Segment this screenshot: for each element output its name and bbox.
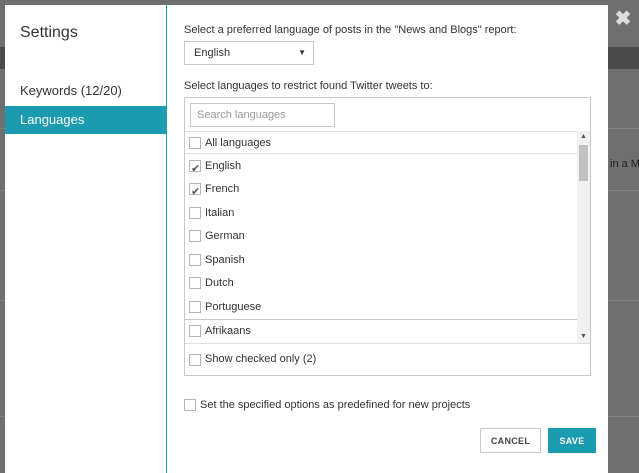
list-item-label: German [205, 230, 245, 242]
list-item-dutch[interactable]: Dutch [185, 272, 578, 295]
checkbox[interactable] [189, 254, 201, 266]
languages-panel: Select a preferred language of posts in … [184, 5, 596, 473]
list-item-label: Portuguese [205, 301, 262, 313]
show-checked-row[interactable]: Show checked only (2) [185, 343, 590, 375]
checkbox-checked[interactable]: ✔ [189, 160, 201, 175]
list-item-portuguese[interactable]: Portuguese [185, 296, 578, 319]
predefined-label: Set the specified options as predefined … [200, 399, 471, 411]
scrollbar-thumb[interactable] [579, 145, 588, 181]
settings-sidebar: Settings Keywords (12/20) Languages [5, 5, 167, 473]
twitter-language-label: Select languages to restrict found Twitt… [184, 80, 433, 92]
checkbox[interactable] [189, 230, 201, 242]
dialog-title: Settings [20, 24, 78, 41]
caret-down-icon: ▼ [298, 48, 306, 57]
list-item-label: All languages [205, 137, 272, 149]
language-list-scrollbar[interactable]: ▲ ▼ [577, 131, 590, 343]
list-item-label: Dutch [205, 277, 234, 289]
list-item-label: Spanish [205, 254, 245, 266]
list-item-label: English [205, 160, 242, 172]
save-button[interactable]: SAVE [548, 428, 596, 453]
show-checked-checkbox[interactable] [189, 354, 201, 366]
list-item-all-languages[interactable]: All languages [185, 131, 578, 154]
language-list-box: All languages ✔ English ✔ French Italian… [184, 97, 591, 376]
list-item-english[interactable]: ✔ English [185, 155, 578, 178]
search-languages-input[interactable] [190, 103, 335, 127]
sidebar-item-languages[interactable]: Languages [5, 106, 167, 134]
list-item-spanish[interactable]: Spanish [185, 249, 578, 272]
list-item-label: Italian [205, 207, 235, 219]
list-item-french[interactable]: ✔ French [185, 178, 578, 201]
list-item-italian[interactable]: Italian [185, 202, 578, 225]
background-text: in a Mai [610, 158, 639, 170]
predefined-checkbox[interactable] [184, 399, 196, 411]
sidebar-item-keywords[interactable]: Keywords (12/20) [5, 77, 167, 105]
language-list[interactable]: All languages ✔ English ✔ French Italian… [185, 131, 590, 343]
checkbox[interactable] [189, 207, 201, 219]
checkbox-checked[interactable]: ✔ [189, 183, 201, 198]
posts-language-select[interactable]: English ▼ [184, 41, 314, 65]
list-item-label: French [205, 183, 240, 195]
checkbox[interactable] [189, 325, 201, 337]
checkbox[interactable] [189, 277, 201, 289]
list-item-german[interactable]: German [185, 225, 578, 248]
settings-dialog: Settings Keywords (12/20) Languages Sele… [5, 5, 608, 473]
posts-language-value: English [194, 47, 231, 59]
list-item-label: Afrikaans [205, 325, 251, 337]
cancel-button[interactable]: CANCEL [480, 428, 541, 453]
checkbox[interactable] [189, 301, 201, 313]
close-icon[interactable]: ✖ [609, 6, 637, 34]
checkbox[interactable] [189, 137, 201, 149]
checkmark-icon: ✔ [191, 186, 201, 198]
posts-language-label: Select a preferred language of posts in … [184, 24, 517, 36]
list-item-afrikaans[interactable]: Afrikaans [185, 319, 578, 342]
scroll-up-icon[interactable]: ▲ [577, 131, 590, 143]
show-checked-label: Show checked only (2) [205, 353, 317, 365]
scroll-down-icon[interactable]: ▼ [577, 331, 590, 343]
